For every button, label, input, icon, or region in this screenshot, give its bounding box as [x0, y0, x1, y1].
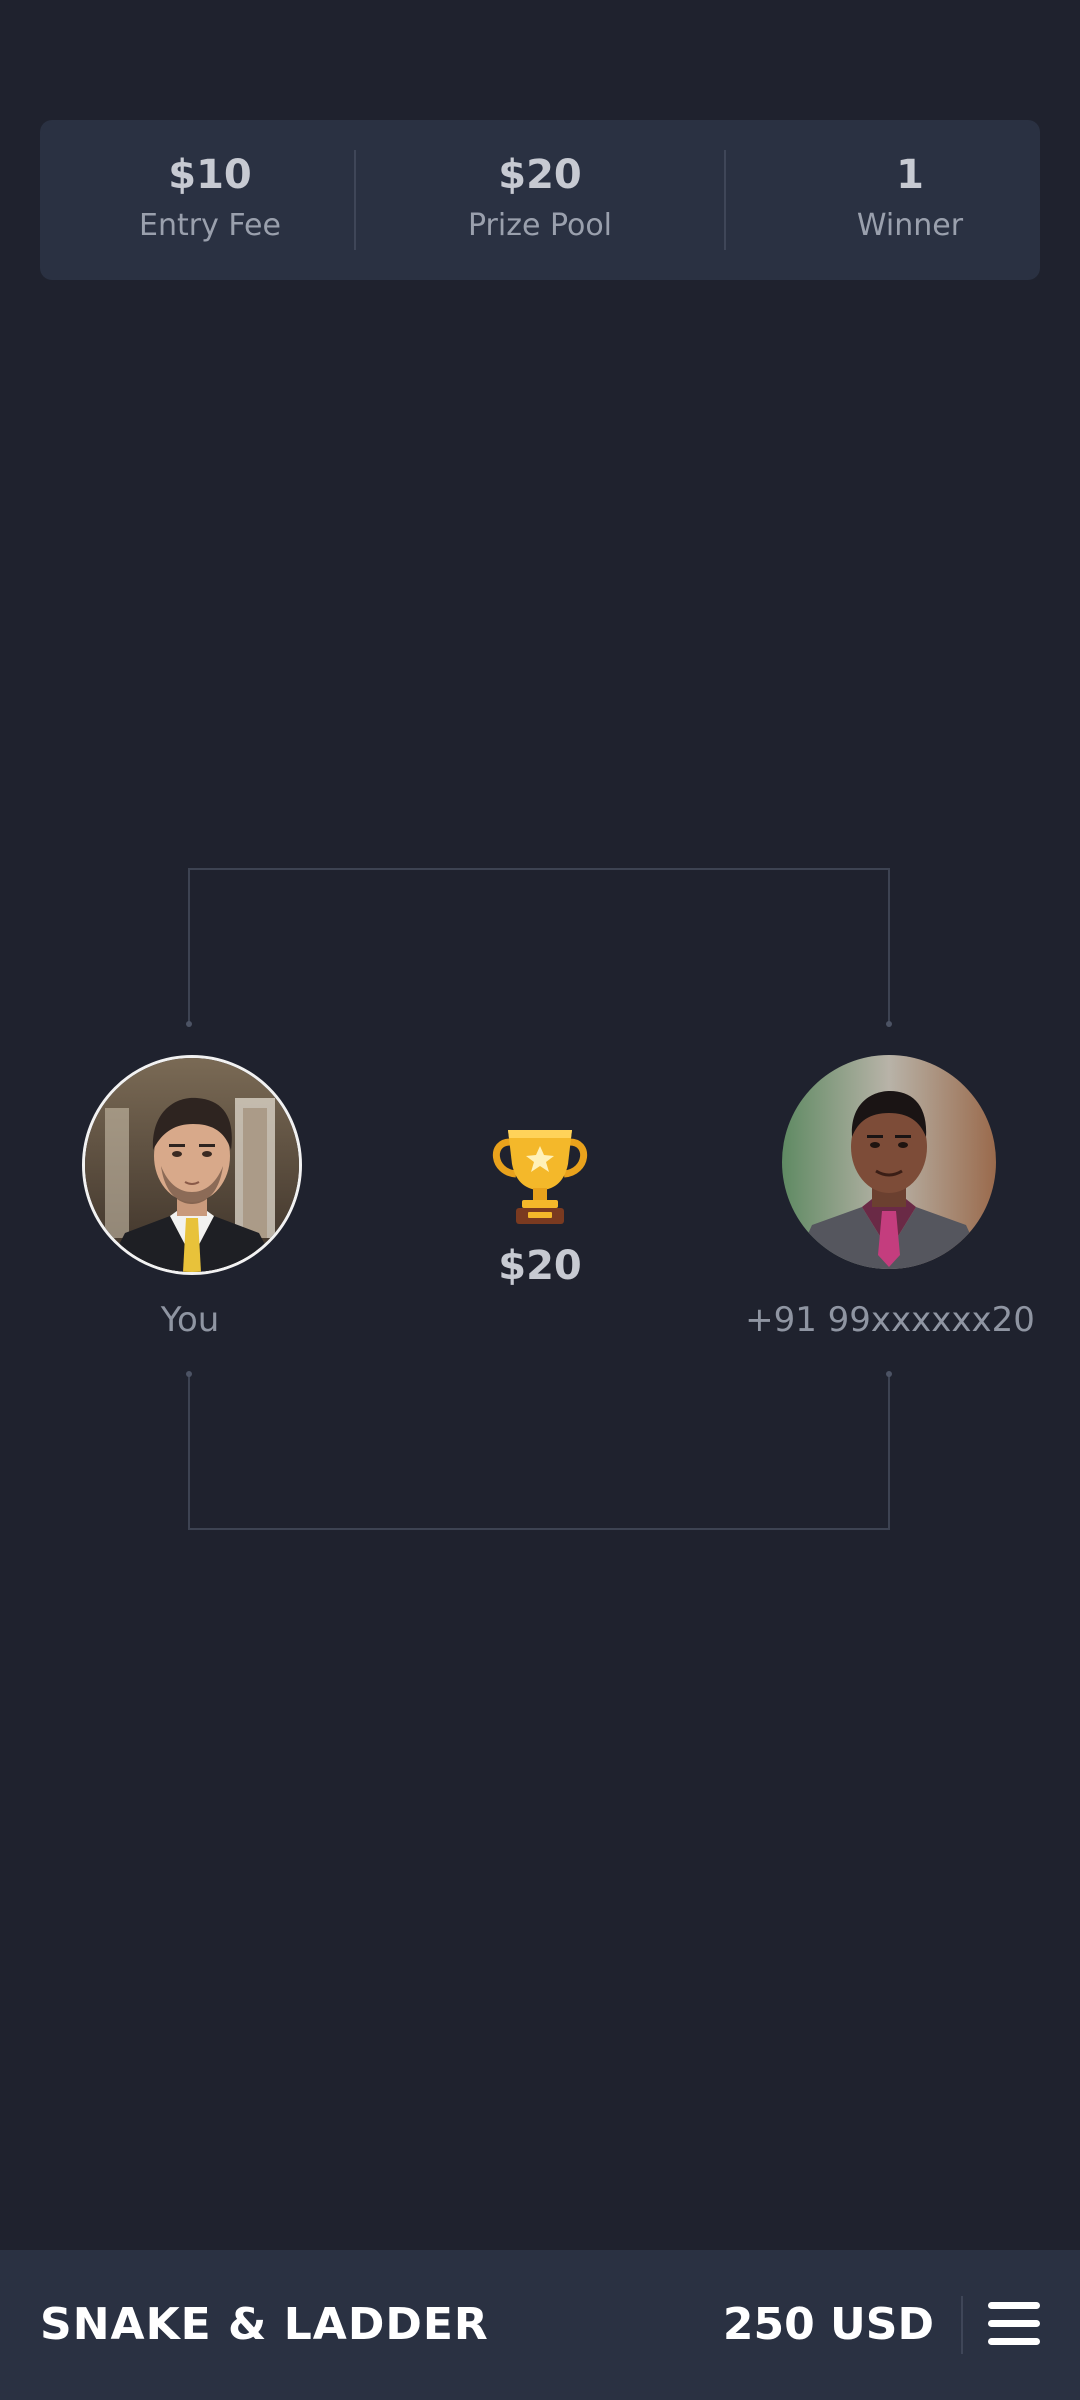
match-prize-amount: $20: [498, 1243, 582, 1289]
player-one-name: You: [160, 1300, 220, 1340]
match-screen: $10 Entry Fee $20 Prize Pool 1 Winner Yo…: [0, 0, 1080, 2400]
man-in-suit-portrait: [782, 1055, 996, 1269]
player-two-name: +91 99xxxxxx20: [745, 1300, 1035, 1340]
man-in-suit-portrait: [85, 1058, 299, 1272]
player-two-avatar: [782, 1055, 996, 1269]
game-title: SNAKE & LADDER: [40, 2299, 489, 2350]
bracket-bottom-line: [188, 1374, 890, 1530]
bracket-node: [186, 1371, 192, 1377]
bar-divider: [961, 2296, 963, 2354]
bracket-node: [186, 1021, 192, 1027]
player-one-avatar: [82, 1055, 302, 1275]
trophy-icon: [486, 1120, 594, 1228]
bracket-top-line: [188, 868, 890, 1024]
bracket-node: [886, 1021, 892, 1027]
bottom-bar: SNAKE & LADDER 250 USD: [0, 2250, 1080, 2400]
bracket-node: [886, 1371, 892, 1377]
wallet-balance: 250 USD: [722, 2299, 934, 2350]
hamburger-menu-icon[interactable]: [984, 2294, 1044, 2354]
